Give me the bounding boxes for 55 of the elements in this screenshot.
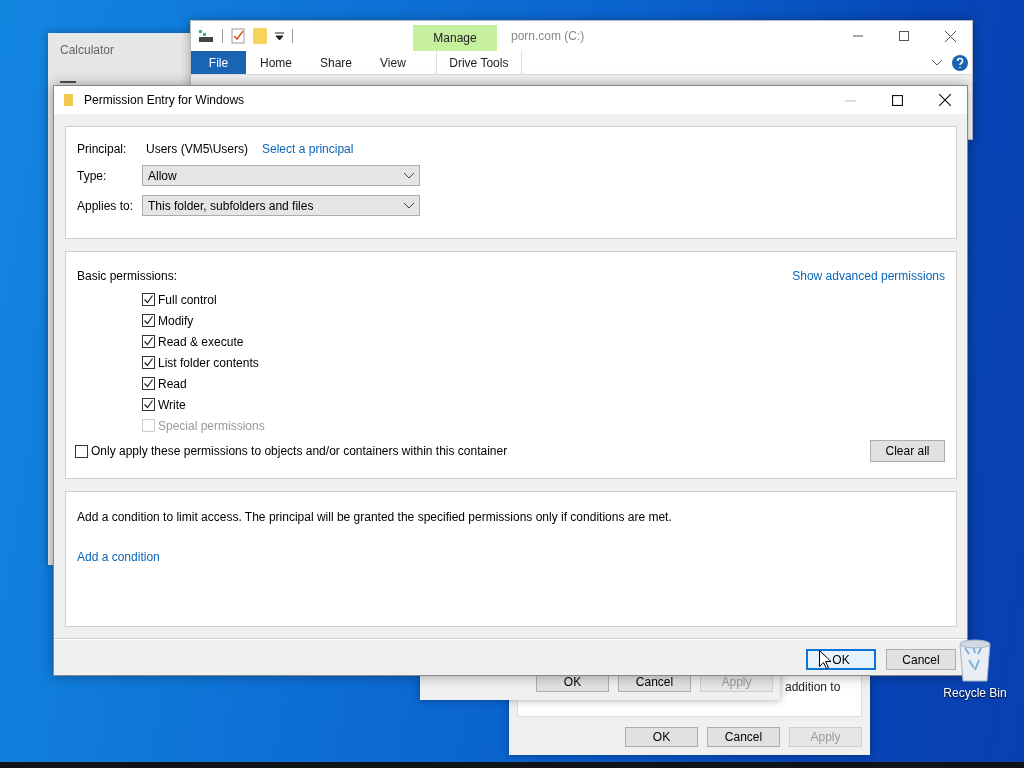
chevron-icon [404, 172, 414, 179]
field-label: Principal: [77, 142, 128, 156]
select-principal-link[interactable]: Select a principal [262, 142, 354, 156]
checkbox[interactable] [142, 335, 155, 348]
window-title: Permission Entry for Windows [84, 93, 245, 107]
checkbox[interactable] [142, 293, 155, 306]
dropdown-icon[interactable] [275, 32, 284, 40]
field-label: Applies to: [77, 198, 135, 213]
properties-icon[interactable] [231, 28, 245, 44]
ribbon-tab[interactable]: Share [306, 51, 367, 74]
dialog-button[interactable]: OK [806, 649, 876, 670]
description-text: addition to [785, 680, 841, 694]
ribbon-tab[interactable]: View [366, 51, 420, 74]
help-icon[interactable] [952, 54, 968, 71]
dialog-button[interactable]: OK [625, 727, 698, 747]
condition-description: Add a condition to limit access. The principal will be granted the specified permissions only if conditions are met. [77, 510, 673, 524]
section-label: Basic permissions: [77, 269, 178, 283]
chevron-icon [404, 202, 414, 209]
dropdown[interactable]: This folder, subfolders and files [142, 195, 420, 216]
principal-name: Users (VM5\Users) [146, 142, 248, 156]
close-icon[interactable] [945, 30, 956, 42]
checkbox-label: Only apply these permissions to objects and/or containers within this container [91, 444, 508, 458]
recycle-bin-icon[interactable] [957, 638, 993, 682]
contextual-tab-header: Manage [413, 25, 497, 51]
checkbox[interactable] [142, 398, 155, 411]
field-label: Type: [77, 168, 108, 183]
ribbon-tab[interactable]: File [191, 51, 246, 74]
desktop-icon-label[interactable]: Recycle Bin [943, 686, 1007, 700]
checkbox-label: Full control [158, 292, 217, 307]
close-icon[interactable] [939, 94, 951, 106]
checkbox-label: List folder contents [158, 355, 259, 370]
checkbox[interactable] [142, 356, 155, 369]
checkbox[interactable] [142, 377, 155, 390]
checkbox-label: Modify [158, 313, 194, 328]
chevron-icon[interactable] [932, 59, 942, 66]
maximize-icon[interactable] [899, 31, 909, 41]
checkbox-label: Read & execute [158, 334, 244, 349]
dropdown[interactable]: Allow [142, 165, 420, 186]
dialog-button[interactable]: Cancel [886, 649, 956, 670]
dialog-button[interactable]: Cancel [707, 727, 780, 747]
ribbon-tab[interactable]: Home [246, 51, 306, 74]
add-condition-link[interactable]: Add a condition [77, 550, 160, 564]
window-title: porn.com (C:) [510, 28, 586, 45]
window-title: Calculator [60, 43, 116, 57]
maximize-icon[interactable] [892, 94, 903, 106]
checkbox-label: Write [158, 397, 186, 412]
folder-icon [64, 94, 73, 106]
advanced-permissions-link[interactable]: Show advanced permissions [792, 269, 945, 283]
checkbox[interactable] [75, 444, 88, 458]
checkbox-label: Special permissions [158, 418, 265, 433]
checkbox[interactable] [142, 314, 155, 327]
drive-icon[interactable] [198, 29, 214, 43]
pointer-icon [819, 650, 831, 669]
checkbox-label: Read [158, 376, 187, 391]
clear-all-button[interactable]: Clear all [870, 440, 945, 462]
